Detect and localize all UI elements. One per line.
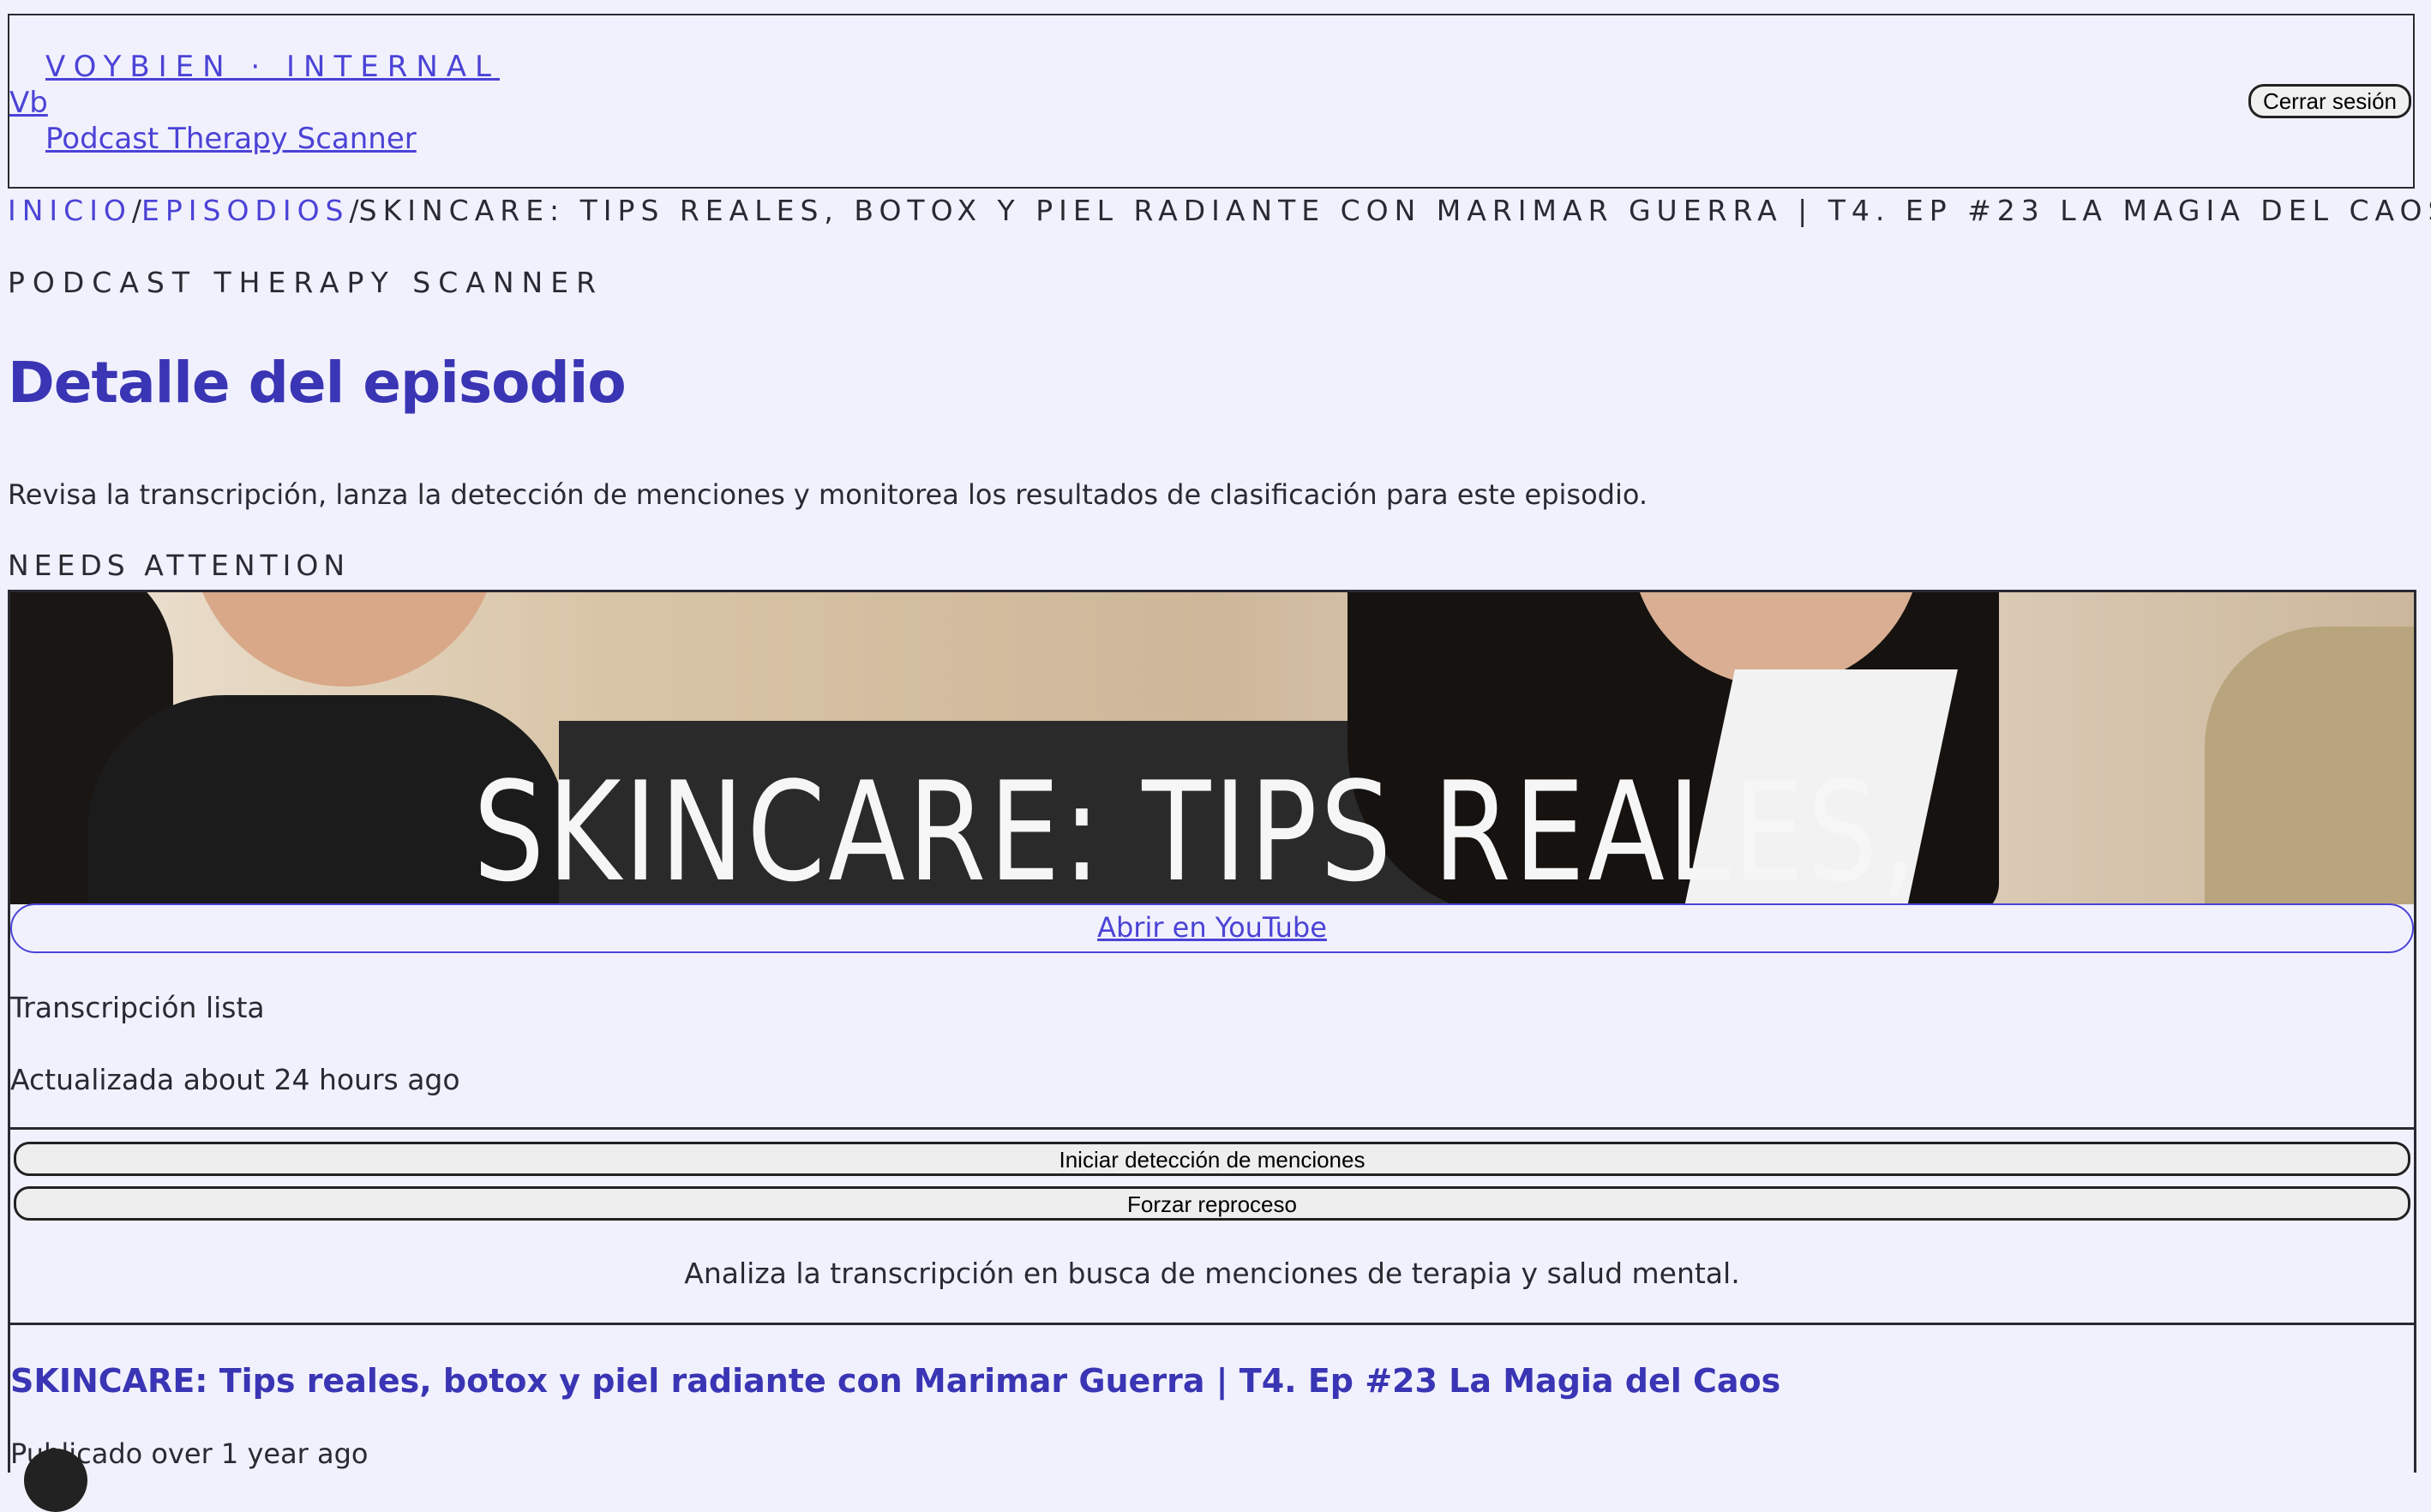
brand-eyebrow-link[interactable]: VOYBIEN · INTERNAL <box>45 50 500 84</box>
episode-card: SKINCARE: TIPS REALES, Abrir en YouTube … <box>8 590 2416 1473</box>
start-detection-button[interactable]: Iniciar detección de menciones <box>14 1142 2410 1176</box>
breadcrumb-separator: / <box>131 194 142 227</box>
product-name-link[interactable]: Podcast Therapy Scanner <box>45 122 417 156</box>
breadcrumb-episodes-link[interactable]: EPISODIOS <box>141 194 349 227</box>
breadcrumb: INICIO/EPISODIOS/SKINCARE: TIPS REALES, … <box>8 194 2431 227</box>
transcript-updated: Actualizada about 24 hours ago <box>10 1063 460 1096</box>
site-header: VOYBIEN · INTERNAL Vb Podcast Therapy Sc… <box>8 14 2415 189</box>
thumbnail-figure <box>190 592 499 687</box>
brand-logo-link[interactable]: Vb <box>9 86 48 120</box>
detection-help-text: Analiza la transcripción en busca de men… <box>684 1257 1740 1290</box>
detection-actions: Iniciar detección de menciones Forzar re… <box>10 1130 2414 1325</box>
transcript-status: Transcripción lista <box>10 991 265 1024</box>
force-reprocess-button[interactable]: Forzar reproceso <box>14 1186 2410 1221</box>
breadcrumb-separator: / <box>349 194 359 227</box>
open-youtube-link[interactable]: Abrir en YouTube <box>10 903 2414 953</box>
breadcrumb-home-link[interactable]: INICIO <box>8 194 132 227</box>
transcript-status-panel: Transcripción lista Actualizada about 24… <box>10 953 2414 1130</box>
page-description: Revisa la transcripción, lanza la detecc… <box>8 478 1648 511</box>
page-eyebrow: PODCAST THERAPY SCANNER <box>8 266 604 299</box>
logout-button[interactable]: Cerrar sesión <box>2248 84 2411 118</box>
page-title: Detalle del episodio <box>8 350 627 416</box>
status-label: NEEDS ATTENTION <box>8 549 351 582</box>
floating-avatar[interactable] <box>24 1449 87 1512</box>
breadcrumb-current: SKINCARE: TIPS REALES, BOTOX Y PIEL RADI… <box>358 194 2431 227</box>
episode-thumbnail: SKINCARE: TIPS REALES, <box>10 592 2414 904</box>
episode-title: SKINCARE: Tips reales, botox y piel radi… <box>10 1362 1781 1400</box>
thumbnail-background <box>2205 627 2414 904</box>
thumbnail-text: SKINCARE: TIPS REALES, <box>473 752 1920 904</box>
